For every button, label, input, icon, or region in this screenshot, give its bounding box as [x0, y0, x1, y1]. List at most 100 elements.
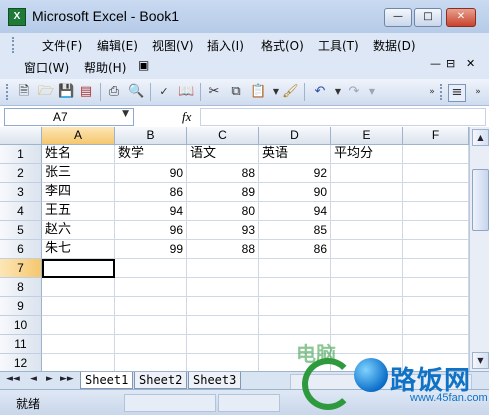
first-sheet-icon[interactable]: ◄◄ [6, 374, 20, 384]
scroll-up-icon[interactable]: ▲ [472, 129, 489, 146]
doc-restore-button[interactable]: ⊟ [446, 57, 455, 70]
cell-e1[interactable]: 平均分 [331, 145, 403, 164]
excel-app-icon[interactable]: X [8, 8, 26, 26]
cell-f7[interactable] [403, 259, 469, 278]
cell-b12[interactable] [115, 354, 187, 371]
cell-f3[interactable] [403, 183, 469, 202]
cell-d8[interactable] [259, 278, 331, 297]
menu-file[interactable]: 文件(F) [42, 37, 82, 54]
paste-icon[interactable]: 📋 [250, 84, 266, 100]
row-header-2[interactable]: 2 [0, 164, 42, 183]
cell-d3[interactable]: 90 [259, 183, 331, 202]
cell-b4[interactable]: 94 [115, 202, 187, 221]
cell-f5[interactable] [403, 221, 469, 240]
cell-d7[interactable] [259, 259, 331, 278]
cell-a10[interactable] [42, 316, 115, 335]
toolbar-options-icon[interactable]: » [424, 84, 440, 100]
cell-b6[interactable]: 99 [115, 240, 187, 259]
menu-view[interactable]: 视图(V) [152, 37, 194, 54]
cell-c2[interactable]: 88 [187, 164, 259, 183]
cell-f2[interactable] [403, 164, 469, 183]
cell-f1[interactable] [403, 145, 469, 164]
new-icon[interactable]: 🗎 [16, 84, 32, 100]
formula-input[interactable] [200, 108, 486, 126]
row-header-1[interactable]: 1 [0, 145, 42, 164]
cell-f8[interactable] [403, 278, 469, 297]
align-icon[interactable]: ≡ [448, 84, 466, 102]
cell-b3[interactable]: 86 [115, 183, 187, 202]
cell-a4[interactable]: 王五 [42, 202, 115, 221]
cell-e9[interactable] [331, 297, 403, 316]
cell-c4[interactable]: 80 [187, 202, 259, 221]
column-header-c[interactable]: C [187, 127, 259, 145]
menu-edit[interactable]: 编辑(E) [97, 37, 138, 54]
row-header-12[interactable]: 12 [0, 354, 42, 371]
minimize-button[interactable]: — [384, 8, 412, 27]
column-header-b[interactable]: B [115, 127, 187, 145]
cell-b2[interactable]: 90 [115, 164, 187, 183]
camera-icon[interactable]: ▣ [138, 58, 149, 72]
cell-d2[interactable]: 92 [259, 164, 331, 183]
cell-c7[interactable] [187, 259, 259, 278]
cell-a11[interactable] [42, 335, 115, 354]
column-header-f[interactable]: F [403, 127, 469, 145]
cell-f6[interactable] [403, 240, 469, 259]
cell-d1[interactable]: 英语 [259, 145, 331, 164]
cell-b8[interactable] [115, 278, 187, 297]
row-header-10[interactable]: 10 [0, 316, 42, 335]
cell-a5[interactable]: 赵六 [42, 221, 115, 240]
tab-sheet1[interactable]: Sheet1 [80, 372, 134, 389]
cell-b11[interactable] [115, 335, 187, 354]
next-sheet-icon[interactable]: ► [46, 374, 53, 384]
cell-d4[interactable]: 94 [259, 202, 331, 221]
prev-sheet-icon[interactable]: ◄ [30, 374, 37, 384]
toolbar-grip[interactable] [440, 84, 445, 100]
spelling-icon[interactable]: ✓ [156, 84, 172, 100]
cell-f4[interactable] [403, 202, 469, 221]
cell-c1[interactable]: 语文 [187, 145, 259, 164]
column-header-e[interactable]: E [331, 127, 403, 145]
cell-a1[interactable]: 姓名 [42, 145, 115, 164]
select-all-corner[interactable] [0, 127, 42, 145]
row-header-9[interactable]: 9 [0, 297, 42, 316]
row-header-3[interactable]: 3 [0, 183, 42, 202]
research-icon[interactable]: 📖 [178, 84, 194, 100]
cell-c11[interactable] [187, 335, 259, 354]
cell-c3[interactable]: 89 [187, 183, 259, 202]
tab-sheet2[interactable]: Sheet2 [134, 372, 188, 389]
menu-format[interactable]: 格式(O) [261, 37, 304, 54]
format-painter-icon[interactable]: 🖌 [282, 84, 299, 100]
row-header-11[interactable]: 11 [0, 335, 42, 354]
chevron-down-icon[interactable]: ▼ [122, 109, 129, 119]
menu-data[interactable]: 数据(D) [373, 37, 416, 54]
cell-d5[interactable]: 85 [259, 221, 331, 240]
menu-grip[interactable] [12, 37, 17, 53]
cell-b1[interactable]: 数学 [115, 145, 187, 164]
cell-b9[interactable] [115, 297, 187, 316]
cell-c5[interactable]: 93 [187, 221, 259, 240]
row-header-8[interactable]: 8 [0, 278, 42, 297]
permission-icon[interactable]: ▤ [78, 84, 94, 100]
name-box[interactable]: A7 ▼ [4, 108, 134, 126]
redo-dropdown-icon[interactable]: ▼ [364, 84, 380, 100]
cell-e2[interactable] [331, 164, 403, 183]
cell-c12[interactable] [187, 354, 259, 371]
row-header-5[interactable]: 5 [0, 221, 42, 240]
row-header-7[interactable]: 7 [0, 259, 42, 278]
cell-c6[interactable]: 88 [187, 240, 259, 259]
menu-help[interactable]: 帮助(H) [84, 59, 126, 76]
menu-tools[interactable]: 工具(T) [318, 37, 359, 54]
cell-a9[interactable] [42, 297, 115, 316]
toolbar-grip[interactable] [6, 84, 11, 100]
cell-b5[interactable]: 96 [115, 221, 187, 240]
close-button[interactable]: ✕ [446, 8, 476, 27]
cell-b7[interactable] [115, 259, 187, 278]
cell-c10[interactable] [187, 316, 259, 335]
row-header-6[interactable]: 6 [0, 240, 42, 259]
cell-d9[interactable] [259, 297, 331, 316]
cut-icon[interactable]: ✂ [206, 84, 222, 100]
cell-a12[interactable] [42, 354, 115, 371]
cell-b10[interactable] [115, 316, 187, 335]
cell-d6[interactable]: 86 [259, 240, 331, 259]
copy-icon[interactable]: ⧉ [228, 84, 244, 100]
